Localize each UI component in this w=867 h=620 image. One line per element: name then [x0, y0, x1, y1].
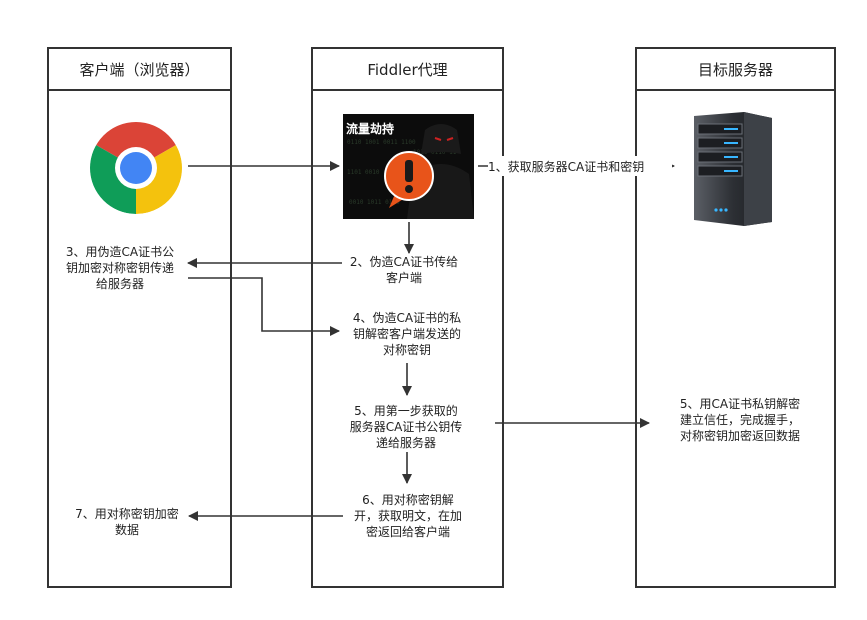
step2-label: 2、伪造CA证书传给 客户端	[349, 255, 459, 285]
step5-server-label: 5、用CA证书私钥解密 建立信任，完成握手， 对称密钥加密返回数据	[679, 397, 801, 443]
step5-proxy-label: 5、用第一步获取的 服务器CA证书公钥传 递给服务器	[349, 404, 463, 450]
step7-label: 7、用对称密钥加密 数据	[75, 507, 179, 537]
step4-label: 4、伪造CA证书的私 钥解密客户端发送的 对称密钥	[352, 311, 462, 357]
step3-label: 3、用伪造CA证书公 钥加密对称密钥传递 给服务器	[65, 245, 175, 291]
step1-label: 1、获取服务器CA证书和密钥	[488, 159, 672, 175]
step6-label: 6、用对称密钥解 开，获取明文，在加 密返回给客户端	[353, 493, 462, 539]
arrow-step3-to-step4	[188, 277, 340, 336]
